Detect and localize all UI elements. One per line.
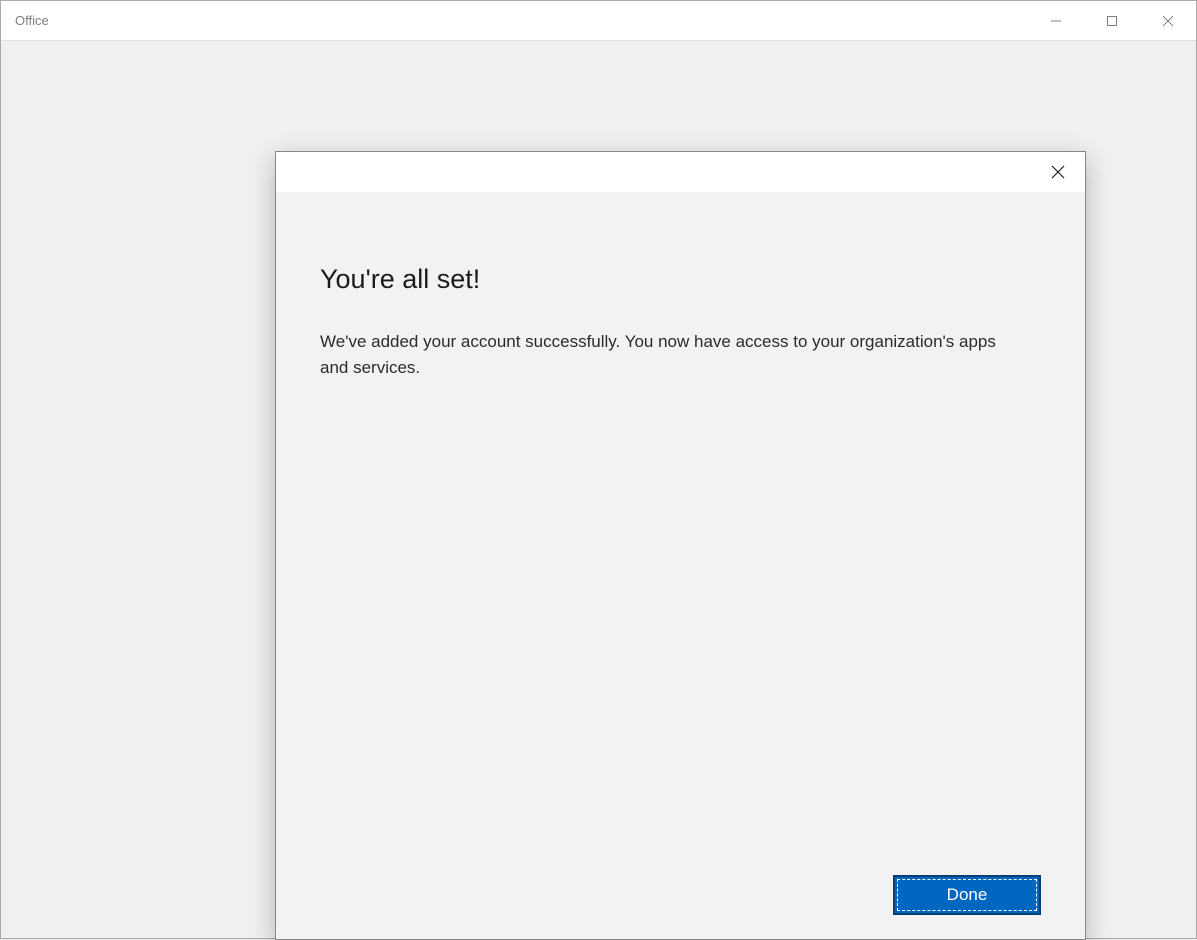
maximize-icon: [1106, 15, 1118, 27]
titlebar: Office: [1, 1, 1196, 41]
dialog-body: You're all set! We've added your account…: [276, 192, 1085, 939]
close-window-button[interactable]: [1140, 1, 1196, 41]
minimize-icon: [1050, 15, 1062, 27]
dialog-footer: Done: [893, 875, 1041, 915]
close-icon: [1162, 15, 1174, 27]
app-window: Office You're all set! We've added your …: [0, 0, 1197, 939]
done-button[interactable]: Done: [893, 875, 1041, 915]
dialog-message: We've added your account successfully. Y…: [320, 329, 1020, 380]
close-icon: [1051, 165, 1065, 179]
dialog-header: [276, 152, 1085, 192]
account-added-dialog: You're all set! We've added your account…: [275, 151, 1086, 940]
content-area: You're all set! We've added your account…: [1, 41, 1196, 938]
minimize-button[interactable]: [1028, 1, 1084, 41]
dialog-title: You're all set!: [320, 264, 1041, 295]
window-title: Office: [1, 13, 49, 28]
maximize-button[interactable]: [1084, 1, 1140, 41]
dialog-close-button[interactable]: [1041, 155, 1075, 189]
window-controls: [1028, 1, 1196, 40]
